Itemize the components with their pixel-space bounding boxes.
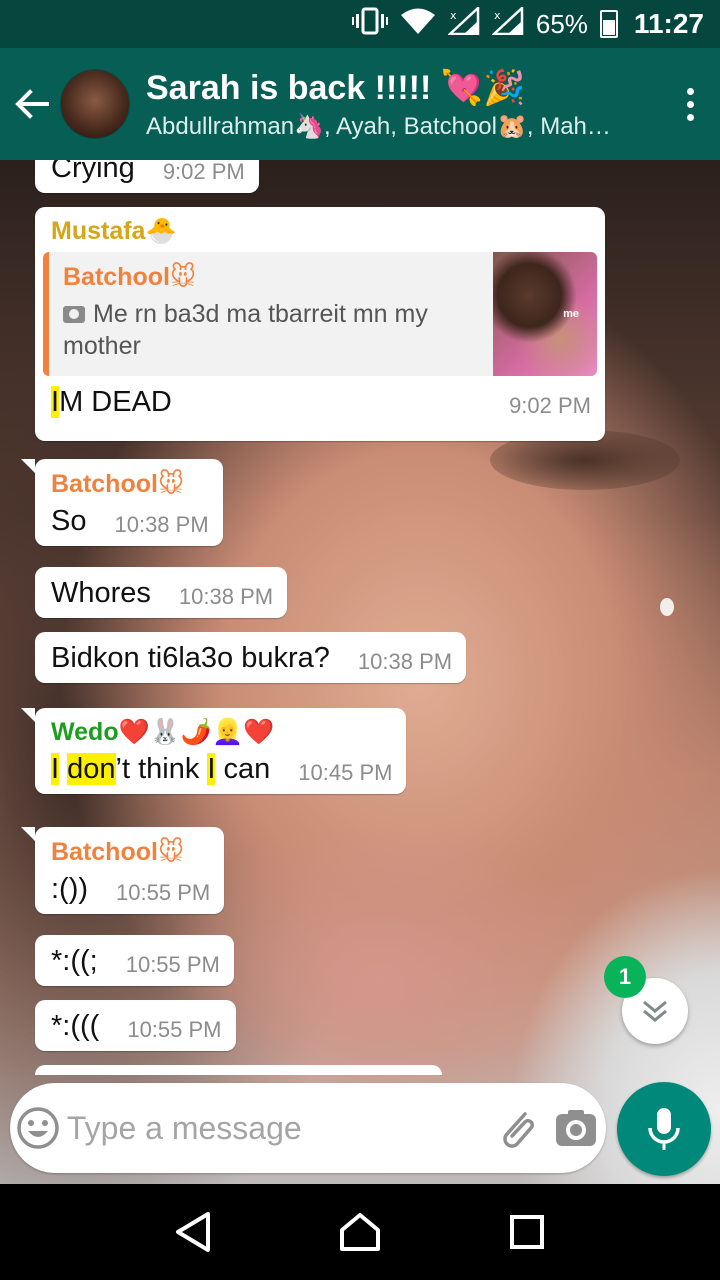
nav-home-icon	[339, 1213, 380, 1251]
attach-button[interactable]	[487, 1083, 547, 1173]
message-time: 10:55 PM	[127, 1017, 222, 1042]
message-bubble[interactable]: *:((( 10:55 PM	[35, 1000, 236, 1051]
message-text: Crying	[51, 160, 135, 184]
message-bubble[interactable]: *:((; 10:55 PM	[35, 935, 234, 986]
nav-recents-button[interactable]	[482, 1187, 572, 1277]
unread-count-badge: 1	[604, 956, 646, 998]
svg-text:x: x	[450, 9, 457, 22]
message-text: :())	[51, 873, 89, 905]
message-time: 10:55 PM	[116, 880, 211, 905]
status-bar: x x 65% 11:27	[0, 0, 720, 48]
message-time: 9:02 PM	[509, 393, 591, 418]
more-vert-icon	[686, 87, 694, 121]
signal-1-icon: x	[446, 4, 480, 42]
wifi-icon	[400, 7, 436, 42]
nav-recents-icon	[509, 1215, 544, 1249]
group-title: Sarah is back !!!!! 💘🎉	[146, 68, 526, 107]
message-bubble[interactable]: Batchool🐭 So 10:38 PM	[21, 459, 223, 546]
message-bubble[interactable]: Bidkon ti6la3o bukra? 10:38 PM	[35, 632, 467, 683]
message-time: 10:38 PM	[357, 649, 453, 674]
voice-record-button[interactable]	[617, 1082, 711, 1176]
group-info[interactable]: Sarah is back !!!!! 💘🎉 Abdullrahman🦄, Ay…	[146, 68, 660, 141]
microphone-icon	[648, 1108, 680, 1150]
message-input[interactable]	[66, 1098, 487, 1158]
message-time: 9:02 PM	[162, 160, 245, 184]
message-bubble[interactable]: Whores 10:38 PM	[35, 567, 288, 618]
back-arrow-icon	[15, 89, 49, 119]
message-sender[interactable]: Batchool🐭	[51, 837, 210, 867]
message-text: So	[51, 505, 87, 537]
message-sender[interactable]: Mustafa🐣	[51, 217, 591, 246]
group-members: Abdullrahman🦄, Ayah, Batchool🐹, Mah…	[146, 112, 611, 140]
chat-header: Sarah is back !!!!! 💘🎉 Abdullrahman🦄, Ay…	[0, 48, 720, 160]
group-avatar[interactable]	[60, 69, 130, 139]
message-text: Bidkon ti6la3o bukra?	[51, 642, 330, 674]
nav-back-button[interactable]	[148, 1187, 238, 1277]
message-text: IM DEAD	[51, 386, 172, 418]
quoted-text: Me rn ba3d ma tbarreit mn my mother	[63, 300, 428, 360]
thumbnail-caption: me	[563, 308, 579, 320]
message-bubble[interactable]: Batchool🐭 :()) 10:55 PM	[20, 827, 225, 914]
system-nav-bar	[0, 1184, 720, 1280]
message-bubble-partial[interactable]	[35, 1065, 442, 1075]
message-text: I don’t think I can	[51, 753, 271, 785]
message-bubble[interactable]: Mustafa🐣 Batchool🐭 Me rn ba3d ma tbarrei…	[35, 207, 605, 441]
camera-icon	[63, 306, 85, 323]
message-text: *:((;	[51, 945, 98, 977]
message-time: 10:55 PM	[125, 952, 220, 977]
message-text: *:(((	[51, 1010, 100, 1042]
message-list[interactable]: Crying 9:02 PM Mustafa🐣 Batchool🐭 Me rn …	[0, 160, 720, 1075]
message-time: 10:45 PM	[298, 760, 393, 785]
overflow-menu-button[interactable]	[660, 64, 720, 144]
double-chevron-down-icon	[643, 1000, 667, 1022]
quoted-sender: Batchool🐭	[63, 263, 197, 291]
message-sender[interactable]: Wedo❤️🐰🌶️👱‍♀️❤️	[51, 718, 392, 747]
emoji-icon	[17, 1107, 60, 1149]
vibrate-icon	[351, 7, 388, 42]
emoji-button[interactable]	[10, 1083, 67, 1173]
camera-button[interactable]	[546, 1083, 606, 1173]
message-time: 10:38 PM	[114, 512, 209, 537]
clock: 11:27	[633, 8, 704, 39]
message-composer	[10, 1083, 606, 1173]
battery-icon	[599, 10, 618, 38]
signal-2-icon: x	[490, 4, 524, 42]
back-button[interactable]	[4, 64, 60, 144]
quoted-message[interactable]: Batchool🐭 Me rn ba3d ma tbarreit mn my m…	[43, 252, 597, 376]
paperclip-icon	[502, 1112, 534, 1148]
message-text: Whores	[51, 577, 151, 609]
message-time: 10:38 PM	[178, 584, 274, 609]
message-sender[interactable]: Batchool🐭	[51, 469, 209, 499]
battery-percent: 65%	[535, 8, 588, 39]
quoted-image-thumbnail: me	[493, 252, 597, 376]
message-bubble[interactable]: Crying 9:02 PM	[35, 160, 259, 193]
message-bubble[interactable]: Wedo❤️🐰🌶️👱‍♀️❤️ I don’t think I can 10:4…	[20, 708, 407, 794]
svg-text:x: x	[494, 9, 501, 22]
nav-back-icon	[176, 1212, 211, 1252]
nav-home-button[interactable]	[315, 1187, 405, 1277]
camera-icon	[556, 1110, 597, 1146]
